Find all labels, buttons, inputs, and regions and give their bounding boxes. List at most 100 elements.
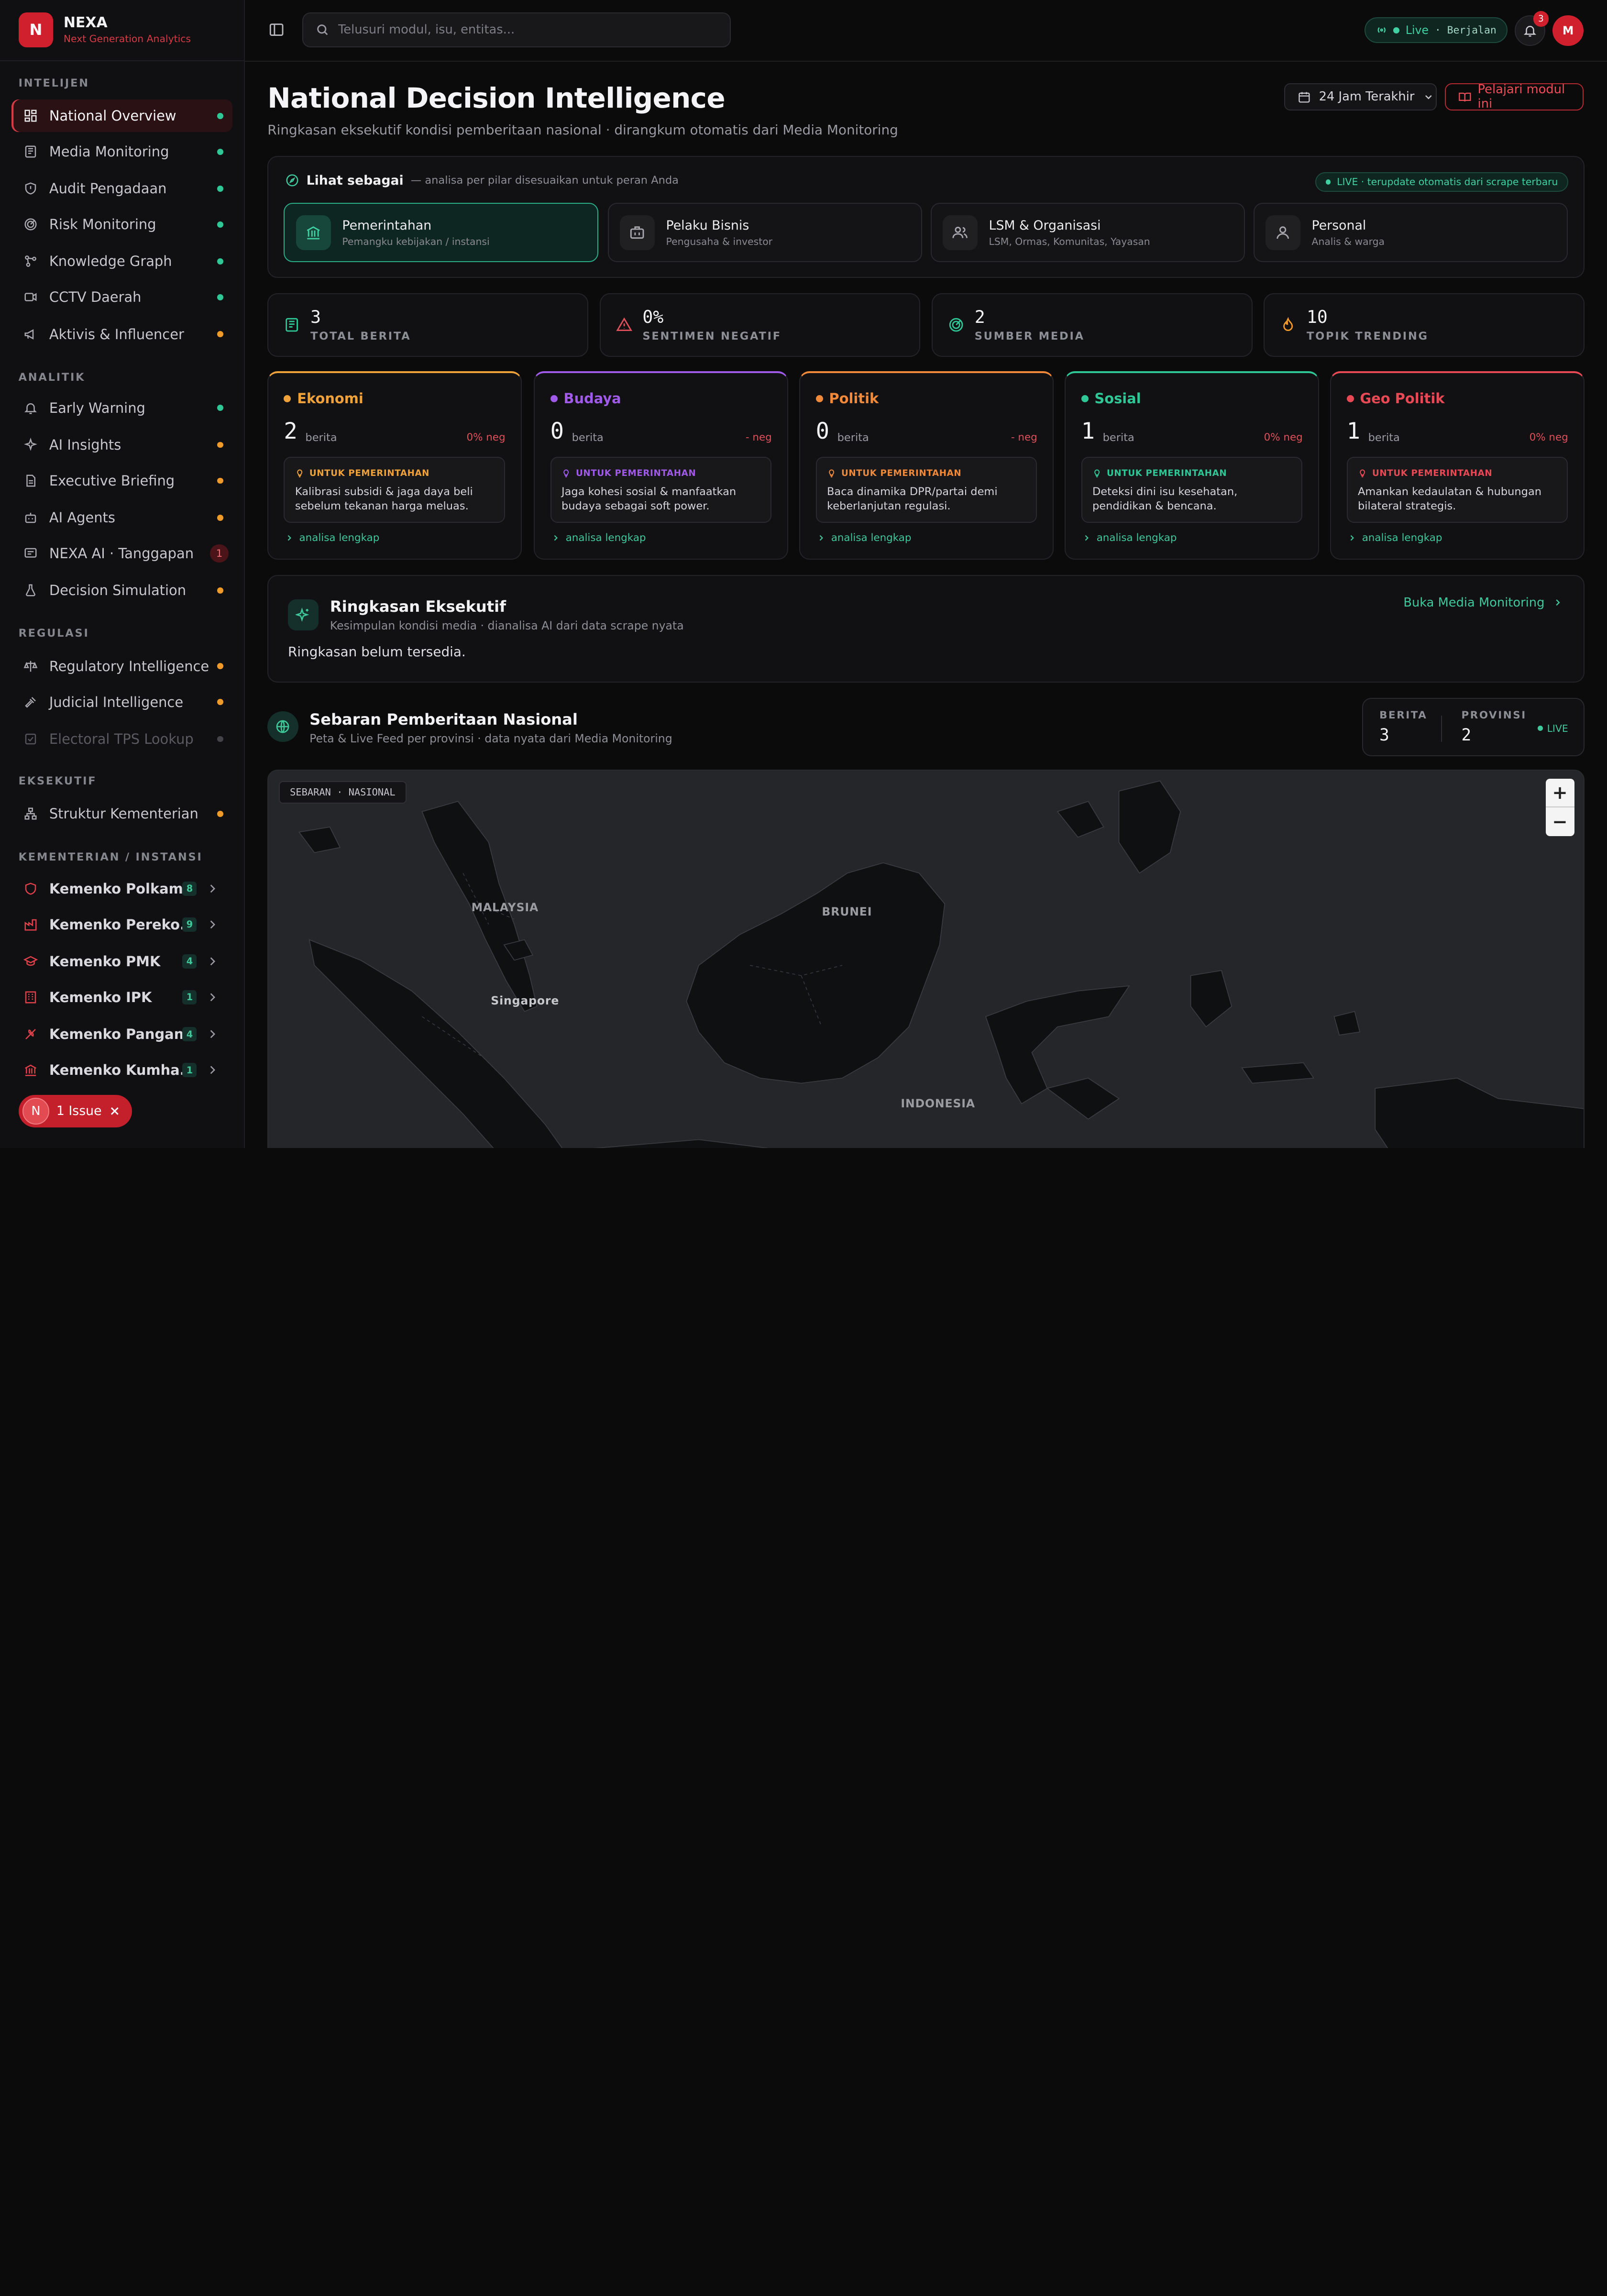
persona-option-pemerintahan[interactable]: Pemerintahan Pemangku kebijakan / instans…: [284, 203, 599, 263]
time-range-select[interactable]: 24 Jam Terakhir: [1284, 83, 1437, 111]
pillar-card-budaya[interactable]: Budaya 0 berita - neg UNTUK PEMERINTAHAN…: [534, 371, 788, 560]
sidebar-item-regulatory-intelligence[interactable]: Regulatory Intelligence: [11, 650, 233, 683]
recommendation-box: UNTUK PEMERINTAHAN Baca dinamika DPR/par…: [815, 457, 1037, 523]
open-media-monitoring-link[interactable]: Buka Media Monitoring: [1403, 596, 1562, 610]
sidebar-item-electoral-tps-lookup[interactable]: Electoral TPS Lookup: [11, 723, 233, 756]
sidebar-item-label: Knowledge Graph: [49, 253, 172, 270]
stat-card-sentimen-negatif: 0% SENTIMEN NEGATIF: [599, 293, 921, 357]
sidebar-item-kemenko-kumham[interactable]: Kemenko Kumha... 1: [11, 1054, 233, 1087]
sidebar-item-kemenko-pmk[interactable]: Kemenko PMK 4: [11, 945, 233, 978]
status-dot: [217, 514, 224, 521]
sidebar-item-struktur-kementerian[interactable]: Struktur Kementerian: [11, 797, 233, 830]
stat-label: SUMBER MEDIA: [974, 330, 1085, 342]
calendar-icon: [1299, 92, 1310, 103]
search-input[interactable]: [338, 22, 707, 37]
shield-icon: [23, 882, 38, 896]
pillar-card-politik[interactable]: Politik 0 berita - neg UNTUK PEMERINTAHA…: [799, 371, 1054, 560]
pillar-detail-link[interactable]: analisa lengkap: [551, 532, 646, 544]
pillar-link-label: analisa lengkap: [831, 531, 912, 544]
zoom-in-button[interactable]: +: [1545, 779, 1574, 808]
avatar[interactable]: M: [1552, 15, 1584, 46]
sidebar-item-nexa-ai-tanggapan[interactable]: NEXA AI · Tanggapan 1: [11, 537, 233, 570]
sidebar-item-kemenko-ipk[interactable]: Kemenko IPK 1: [11, 981, 233, 1014]
close-icon[interactable]: [109, 1105, 121, 1117]
sidebar-item-aktivis-influencer[interactable]: Aktivis & Influencer: [11, 318, 233, 351]
sidebar-item-label: Judicial Intelligence: [49, 694, 184, 710]
pillar-card-ekonomi[interactable]: Ekonomi 2 berita 0% neg UNTUK PEMERINTAH…: [267, 371, 522, 560]
live-status[interactable]: Live · Berjalan: [1365, 17, 1508, 43]
notification-button[interactable]: 3: [1515, 11, 1549, 46]
building-icon: [23, 990, 38, 1004]
status-dot: [217, 699, 224, 706]
sidebar-item-cctv-daerah[interactable]: CCTV Daerah: [11, 281, 233, 314]
divider: [0, 60, 244, 62]
sidebar-item-risk-monitoring[interactable]: Risk Monitoring: [11, 208, 233, 241]
sidebar-item-label: Regulatory Intelligence: [49, 658, 209, 674]
executive-subtitle: Kesimpulan kondisi media · dianalisa AI …: [330, 619, 684, 633]
count-badge: 8: [182, 881, 197, 896]
topbar: Live · Berjalan 3 M: [245, 0, 1607, 62]
sidebar-item-executive-briefing[interactable]: Executive Briefing: [11, 464, 233, 497]
section-analitik: ANALITIK: [18, 371, 86, 384]
berita-value: 3: [1379, 725, 1389, 745]
persona-option-pelaku-bisnis[interactable]: Pelaku Bisnis Pengusaha & investor: [607, 203, 923, 263]
sidebar-item-kemenko-perekonomian[interactable]: Kemenko Pereko... 9: [11, 908, 233, 941]
sidebar-item-audit-pengadaan[interactable]: Audit Pengadaan: [11, 172, 233, 205]
graduation-cap-icon: [23, 954, 38, 969]
sidebar-item-ai-insights[interactable]: AI Insights: [11, 429, 233, 462]
persona-option-lsm-organisasi[interactable]: LSM & Organisasi LSM, Ormas, Komunitas, Y…: [930, 203, 1245, 263]
search-bar[interactable]: [302, 12, 731, 47]
recommendation-tag: UNTUK PEMERINTAHAN: [1358, 468, 1492, 478]
sidebar-item-decision-simulation[interactable]: Decision Simulation: [11, 574, 233, 607]
video-icon: [23, 290, 38, 304]
executive-summary: Ringkasan Eksekutif Kesimpulan kondisi m…: [267, 575, 1585, 683]
map-scope-tag: SEBARAN · NASIONAL: [278, 781, 407, 804]
pillar-negative: - neg: [1011, 431, 1037, 443]
zoom-controls: + −: [1545, 779, 1574, 837]
stat-card-sumber-media: 2 SUMBER MEDIA: [931, 293, 1253, 357]
landmark-icon: [296, 215, 331, 250]
sidebar-toggle-icon[interactable]: [268, 22, 285, 38]
pillar-count: 1: [1346, 418, 1360, 444]
pillar-detail-link[interactable]: analisa lengkap: [1082, 532, 1177, 544]
pillar-dot: [550, 395, 558, 402]
map-view[interactable]: SEBARAN · NASIONAL + − MALAYSIA BRUNEI S…: [267, 770, 1585, 1148]
sidebar-item-kemenko-polkam[interactable]: Kemenko Polkam 8: [11, 872, 233, 905]
pillar-unit: berita: [572, 431, 604, 444]
geo-title: Sebaran Pemberitaan Nasional: [309, 710, 578, 729]
persona-option-title: Pemerintahan: [342, 218, 432, 233]
provinsi-value: 2: [1461, 725, 1472, 745]
issue-logo: N: [22, 1097, 49, 1125]
brand[interactable]: N NEXA Next Generation Analytics: [18, 12, 191, 47]
stat-value: 0%: [642, 306, 664, 327]
sidebar-item-knowledge-graph[interactable]: Knowledge Graph: [11, 245, 233, 278]
live-update-badge: LIVE · terupdate otomatis dari scrape te…: [1315, 172, 1568, 192]
sidebar-item-judicial-intelligence[interactable]: Judicial Intelligence: [11, 686, 233, 719]
pillar-card-sosial[interactable]: Sosial 1 berita 0% neg UNTUK PEMERINTAHA…: [1065, 371, 1319, 560]
sidebar-item-national-overview[interactable]: National Overview: [11, 99, 233, 132]
section-eksekutif: EKSEKUTIF: [18, 775, 97, 787]
sidebar-item-kemenko-pangan[interactable]: Kemenko Pangan 4: [11, 1018, 233, 1051]
chevron-right-icon: [1350, 535, 1354, 541]
geo-live-badge: LIVE: [1538, 723, 1568, 734]
pillar-detail-link[interactable]: analisa lengkap: [1348, 532, 1442, 544]
pillar-card-geo-politik[interactable]: Geo Politik 1 berita 0% neg UNTUK PEMERI…: [1330, 371, 1585, 560]
sidebar-item-ai-agents[interactable]: AI Agents: [11, 501, 233, 534]
pillar-detail-link[interactable]: analisa lengkap: [817, 531, 912, 544]
chevron-down-icon: [1425, 95, 1432, 99]
landmark-icon: [23, 1063, 38, 1077]
flask-icon: [23, 583, 38, 597]
recommendation-text: Kalibrasi subsidi & jaga daya beli sebel…: [295, 486, 473, 513]
sidebar-item-label: CCTV Daerah: [49, 289, 142, 306]
pillar-negative: 0% neg: [1264, 431, 1303, 443]
issue-label: 1 Issue: [56, 1104, 102, 1119]
persona-option-personal[interactable]: Personal Analis & warga: [1253, 203, 1568, 263]
sidebar-item-media-monitoring[interactable]: Media Monitoring: [11, 135, 233, 168]
issue-indicator[interactable]: N 1 Issue: [18, 1094, 132, 1128]
sidebar-item-early-warning[interactable]: Early Warning: [11, 392, 233, 425]
learn-module-button[interactable]: Pelajari modul ini: [1445, 82, 1584, 111]
sidebar-item-label: AI Agents: [49, 509, 115, 526]
zoom-out-button[interactable]: −: [1546, 807, 1574, 836]
pillar-detail-link[interactable]: analisa lengkap: [285, 532, 379, 544]
pillar-link-label: analisa lengkap: [565, 531, 646, 544]
